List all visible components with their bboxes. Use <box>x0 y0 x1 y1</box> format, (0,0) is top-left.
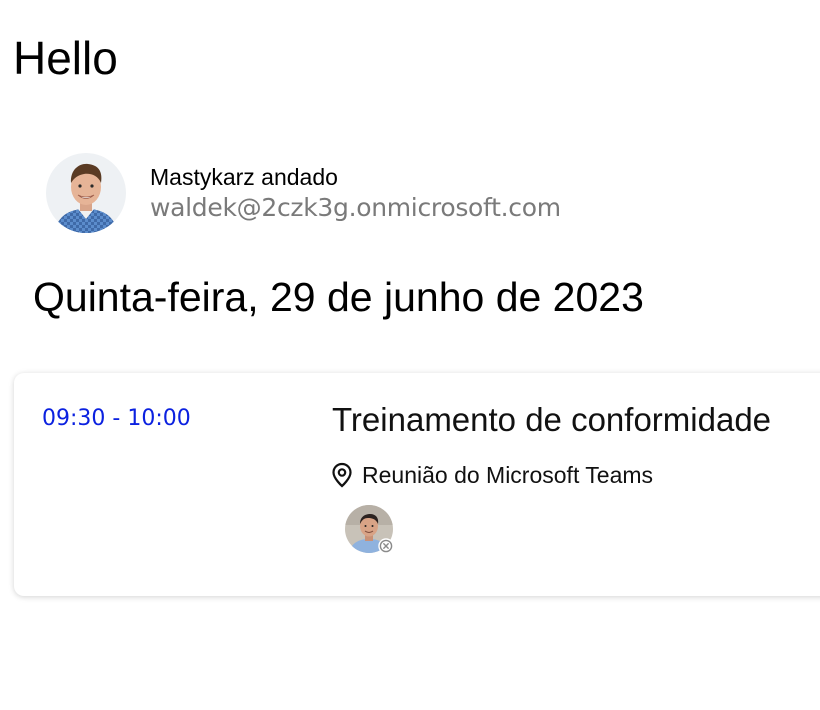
event-card[interactable]: 09:30 - 10:00 Treinamento de conformidad… <box>14 373 820 596</box>
event-location-label: Reunião do Microsoft Teams <box>362 462 654 488</box>
event-location: Reunião do Microsoft Teams <box>330 461 653 489</box>
greeting-heading: Hello <box>13 32 118 84</box>
user-profile: Mastykarz andado waldek@2czk3g.onmicroso… <box>46 153 561 233</box>
user-email: waldek@2czk3g.onmicrosoft.com <box>150 193 561 222</box>
event-time: 09:30 - 10:00 <box>42 406 191 431</box>
declined-status-icon <box>378 538 394 554</box>
location-pin-icon <box>330 462 354 488</box>
event-title[interactable]: Treinamento de conformidade <box>332 399 771 441</box>
attendee-avatar[interactable] <box>345 505 394 554</box>
user-name: Mastykarz andado <box>150 164 338 190</box>
agenda-date: Quinta-feira, 29 de junho de 2023 <box>33 274 644 320</box>
user-avatar <box>46 153 126 233</box>
